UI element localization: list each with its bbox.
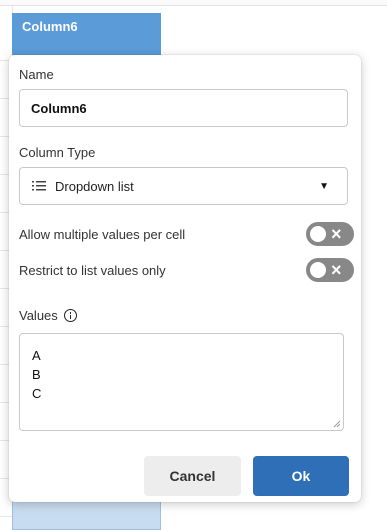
value-item: B <box>32 367 41 382</box>
values-label-row: Values <box>19 308 77 323</box>
close-icon: × <box>331 224 342 244</box>
allow-multiple-label: Allow multiple values per cell <box>19 227 186 242</box>
cancel-button[interactable]: Cancel <box>144 456 241 496</box>
caret-down-icon: ▼ <box>319 180 329 192</box>
column-type-label: Column Type <box>19 145 96 160</box>
row-divider <box>0 516 12 517</box>
value-item: C <box>32 386 42 401</box>
grid-top-border <box>0 0 387 6</box>
restrict-list-label: Restrict to list values only <box>19 263 166 278</box>
restrict-list-row: Restrict to list values only × <box>19 258 354 284</box>
column-type-select[interactable]: Dropdown list ▼ <box>19 167 348 205</box>
toggle-knob <box>310 226 326 242</box>
value-item: A <box>32 348 41 363</box>
name-input[interactable] <box>19 89 348 127</box>
list-icon <box>32 179 46 193</box>
restrict-list-toggle[interactable]: × <box>306 258 354 282</box>
values-label: Values <box>19 308 58 323</box>
column-header[interactable]: Column6 <box>12 13 161 55</box>
ok-button[interactable]: Ok <box>253 456 349 496</box>
column-type-value: Dropdown list <box>55 178 134 194</box>
name-label: Name <box>19 67 54 82</box>
column-settings-dialog: Name Column Type Dropdown list ▼ Allow m… <box>9 55 361 502</box>
info-icon[interactable] <box>63 309 77 322</box>
values-textarea[interactable]: A B C <box>19 333 344 431</box>
close-icon: × <box>331 260 342 280</box>
allow-multiple-row: Allow multiple values per cell × <box>19 222 354 248</box>
toggle-knob <box>310 262 326 278</box>
resize-handle-icon[interactable] <box>333 420 341 428</box>
allow-multiple-toggle[interactable]: × <box>306 222 354 246</box>
